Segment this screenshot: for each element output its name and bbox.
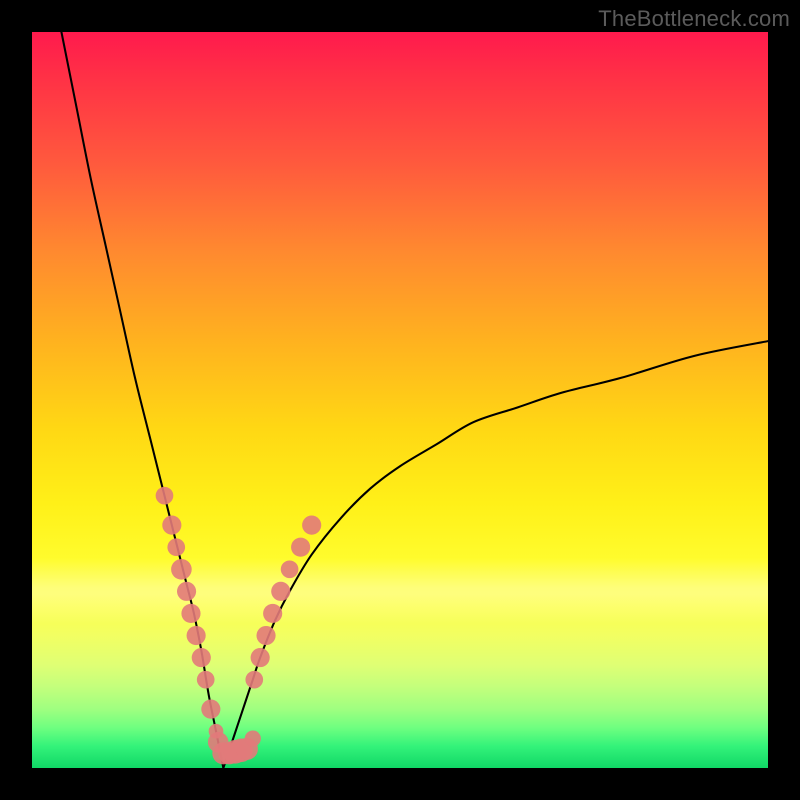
dot: [177, 582, 196, 601]
dot: [281, 560, 299, 578]
dot: [256, 626, 275, 645]
dot: [291, 538, 310, 557]
dot: [162, 516, 181, 535]
dot: [245, 671, 263, 689]
dot: [201, 700, 220, 719]
dot: [167, 538, 185, 556]
dot: [251, 648, 270, 667]
dot: [192, 648, 211, 667]
dot: [302, 516, 321, 535]
dot: [271, 582, 290, 601]
chart-frame: TheBottleneck.com: [0, 0, 800, 800]
dot: [156, 487, 174, 505]
plot-area: [32, 32, 768, 768]
dot: [171, 559, 192, 580]
curve-svg: [32, 32, 768, 768]
dot: [197, 671, 215, 689]
dot: [245, 730, 261, 746]
watermark-text: TheBottleneck.com: [598, 6, 790, 32]
dot: [263, 604, 282, 623]
dot: [181, 604, 200, 623]
dot: [187, 626, 206, 645]
